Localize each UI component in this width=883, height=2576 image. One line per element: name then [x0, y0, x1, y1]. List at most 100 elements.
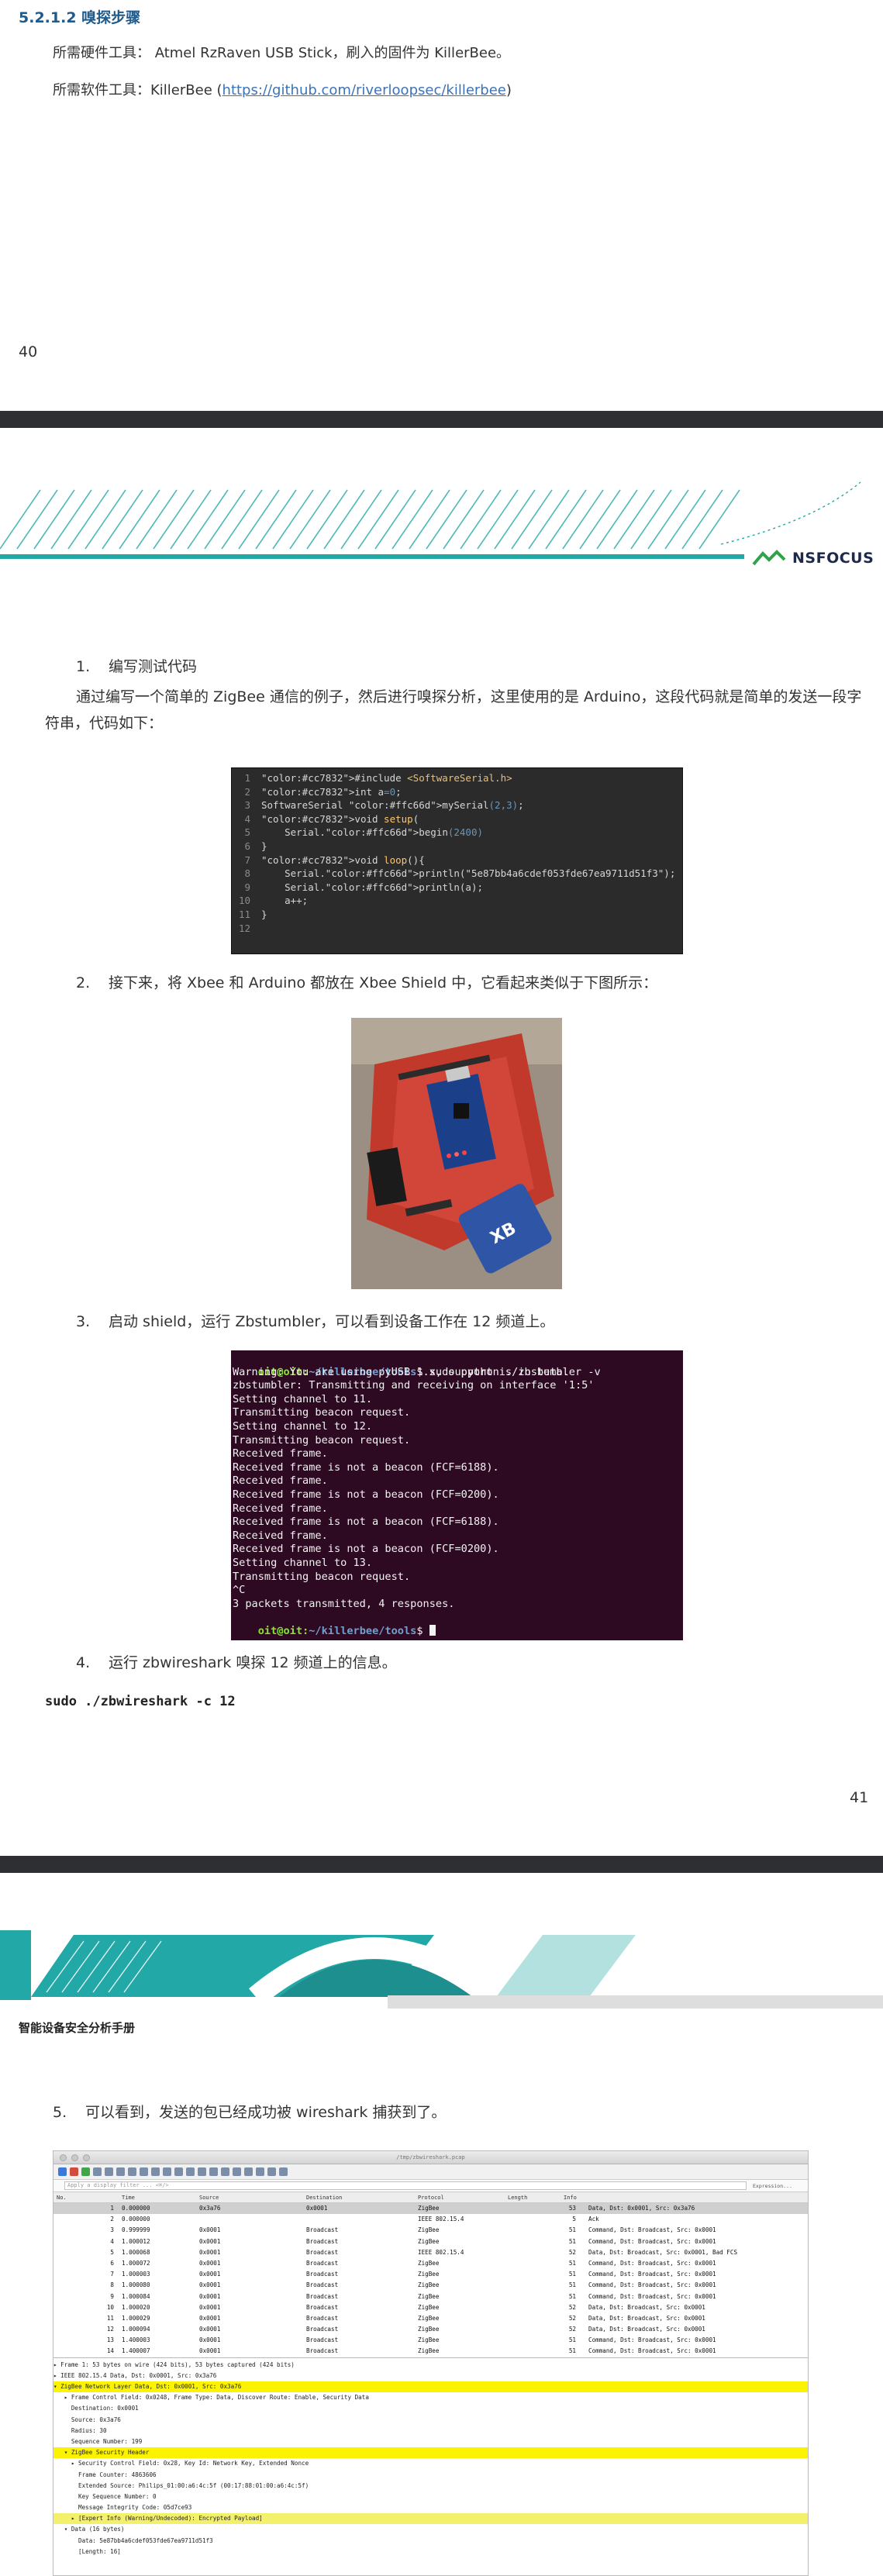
packet-list: 1 0.000000 0x3a76 0x0001 ZigBee 53 Data, Dst: …	[53, 2203, 808, 2357]
packet-cell: 51	[568, 2237, 576, 2245]
code-text: Serial."color:#ffc66d">println(a);	[261, 881, 483, 893]
zoom-out-icon[interactable]	[256, 2167, 264, 2176]
page-number-41: 41	[850, 1789, 869, 1806]
packet-cell: Data, Dst: Broadcast, Src: 0x0001	[588, 2303, 705, 2311]
packet-cell: ZigBee	[418, 2326, 440, 2333]
packet-cell: Command, Dst: Broadcast, Src: 0x0001	[588, 2281, 716, 2289]
packet-cell: Broadcast	[306, 2281, 339, 2289]
packet-cell: 52	[568, 2248, 576, 2256]
packet-row[interactable]: 9 1.000084 0x0001 Broadcast ZigBee 51 Command,…	[53, 2292, 808, 2302]
line-number: 3	[244, 799, 250, 812]
packet-cell: 1.000020	[122, 2303, 150, 2311]
detail-line[interactable]: ▸ Frame 1: 53 bytes on wire (424 bits), …	[53, 2360, 808, 2371]
detail-line[interactable]: Data: 5e87bb4a6cdef053fde67ea9711d51f3	[53, 2536, 808, 2547]
normal-size-icon[interactable]	[267, 2167, 276, 2176]
stop-capture-icon[interactable]	[70, 2167, 78, 2176]
packet-row[interactable]: 14 1.400007 0x0001 Broadcast ZigBee 51 Command…	[53, 2346, 808, 2357]
packet-cell: 51	[568, 2347, 576, 2355]
autoscroll-icon[interactable]	[221, 2167, 229, 2176]
detail-line[interactable]: Radius: 30	[53, 2426, 808, 2436]
detail-line[interactable]: [Length: 16]	[53, 2547, 808, 2557]
detail-line[interactable]: Message Integrity Code: 05d7ce93	[53, 2502, 808, 2513]
display-filter-bar: Apply a display filter ... <⌘/> Expressi…	[53, 2180, 808, 2192]
detail-line[interactable]: Frame Counter: 4863606	[53, 2470, 808, 2481]
packet-row[interactable]: 3 0.999999 0x0001 Broadcast ZigBee 51 Command,…	[53, 2225, 808, 2236]
display-filter-input[interactable]: Apply a display filter ... <⌘/>	[64, 2181, 747, 2190]
packet-cell: 1	[110, 2205, 114, 2212]
step-2: 2. 接下来，将 Xbee 和 Arduino 都放在 Xbee Shield 中…	[76, 971, 657, 992]
code-line: 9 Serial."color:#ffc66d">println(a);	[232, 881, 682, 895]
terminal-output-line: Transmitting beacon request.	[233, 1406, 411, 1419]
detail-line[interactable]: ▸ [Expert Info (Warning/Undecoded): Encr…	[53, 2513, 808, 2525]
close-file-icon[interactable]	[128, 2167, 136, 2176]
detail-line[interactable]: Destination: 0x0001	[53, 2403, 808, 2414]
detail-line[interactable]: ▸ IEEE 802.15.4 Data, Dst: 0x0001, Src: …	[53, 2371, 808, 2381]
column-protocol[interactable]: Protocol	[418, 2195, 444, 2201]
column-source[interactable]: Source	[199, 2195, 219, 2201]
packet-row[interactable]: 12 1.000094 0x0001 Broadcast ZigBee 52 Data, D…	[53, 2324, 808, 2335]
detail-line[interactable]: ▸ Security Control Field: 0x28, Key Id: …	[53, 2458, 808, 2469]
detail-line[interactable]: ▾ ZigBee Security Header	[53, 2447, 808, 2459]
last-packet-icon[interactable]	[209, 2167, 218, 2176]
detail-line[interactable]: Key Sequence Number: 0	[53, 2492, 808, 2502]
column-destination[interactable]: Destination	[306, 2195, 342, 2201]
colorize-icon[interactable]	[233, 2167, 241, 2176]
column-time[interactable]: Time	[122, 2195, 135, 2201]
packet-row[interactable]: 4 1.000012 0x0001 Broadcast ZigBee 51 Command,…	[53, 2236, 808, 2247]
software-tools-suffix: )	[505, 82, 512, 98]
software-tools-prefix: 所需软件工具：KillerBee (	[53, 82, 222, 98]
capture-options-icon[interactable]	[93, 2167, 102, 2176]
detail-line[interactable]: ▾ ZigBee Network Layer Data, Dst: 0x0001…	[53, 2381, 808, 2393]
packet-cell: 51	[568, 2259, 576, 2267]
code-text: }	[261, 908, 267, 920]
header-gray-band	[388, 1995, 883, 2009]
go-back-icon[interactable]	[163, 2167, 171, 2176]
wireshark-toolbar	[53, 2164, 808, 2180]
resize-columns-icon[interactable]	[279, 2167, 288, 2176]
packet-cell: Data, Dst: Broadcast, Src: 0x0001, Bad F…	[588, 2248, 738, 2256]
go-forward-icon[interactable]	[174, 2167, 183, 2176]
code-line: 4 "color:#cc7832">void setup(	[232, 812, 682, 826]
reload-icon[interactable]	[140, 2167, 148, 2176]
section-heading: 5.2.1.2 嗅探步骤	[19, 9, 141, 26]
code-text: "color:#cc7832">void setup(	[261, 812, 419, 825]
detail-line[interactable]: ▸ Frame Control Field: 0x0248, Frame Typ…	[53, 2392, 808, 2403]
restart-capture-icon[interactable]	[81, 2167, 90, 2176]
packet-row[interactable]: 13 1.400003 0x0001 Broadcast ZigBee 51 Command…	[53, 2335, 808, 2346]
column-no[interactable]: No.	[57, 2195, 67, 2201]
page-separator	[0, 1856, 883, 1873]
start-capture-icon[interactable]	[58, 2167, 67, 2176]
step-1: 1. 编写测试代码	[76, 655, 197, 676]
packet-cell: Broadcast	[306, 2259, 339, 2267]
packet-cell: 12	[106, 2326, 114, 2333]
detail-line[interactable]: ▾ Data (16 bytes)	[53, 2524, 808, 2535]
packet-row[interactable]: 5 1.000068 0x0001 Broadcast IEEE 802.15.4 52 D…	[53, 2247, 808, 2258]
packet-row[interactable]: 2 0.000000 IEEE 802.15.4 5 Ack	[53, 2214, 808, 2225]
packet-row[interactable]: 6 1.000072 0x0001 Broadcast ZigBee 51 Command,…	[53, 2258, 808, 2269]
packet-cell: 2	[110, 2216, 114, 2223]
packet-cell: 0x3a76	[199, 2205, 221, 2212]
first-packet-icon[interactable]	[198, 2167, 206, 2176]
step-5: 5. 可以看到，发送的包已经成功被 wireshark 捕获到了。	[53, 2101, 446, 2122]
find-packet-icon[interactable]	[151, 2167, 160, 2176]
packet-row[interactable]: 11 1.000029 0x0001 Broadcast ZigBee 52 Data, D…	[53, 2313, 808, 2324]
packet-row[interactable]: 8 1.000080 0x0001 Broadcast ZigBee 51 Command,…	[53, 2280, 808, 2291]
packet-row[interactable]: 1 0.000000 0x3a76 0x0001 ZigBee 53 Data, Dst: …	[53, 2203, 808, 2215]
packet-cell: IEEE 802.15.4	[418, 2216, 464, 2223]
killerbee-link[interactable]: https://github.com/riverloopsec/killerbe…	[222, 82, 506, 98]
zoom-in-icon[interactable]	[244, 2167, 253, 2176]
detail-line[interactable]: Source: 0x3a76	[53, 2415, 808, 2426]
column-info[interactable]: Info	[564, 2195, 577, 2201]
packet-cell: ZigBee	[418, 2292, 440, 2300]
detail-line[interactable]: Extended Source: Philips_01:00:a6:4c:5f …	[53, 2481, 808, 2492]
terminal-output-line: Setting channel to 12.	[233, 1419, 373, 1433]
column-length[interactable]: Length	[508, 2195, 527, 2201]
go-to-packet-icon[interactable]	[186, 2167, 195, 2176]
packet-row[interactable]: 10 1.000020 0x0001 Broadcast ZigBee 52 Data, D…	[53, 2302, 808, 2313]
expression-button[interactable]: Expression...	[753, 2183, 792, 2189]
intro-paragraph: 通过编写一个简单的 ZigBee 通信的例子，然后进行嗅探分析，这里使用的是 A…	[45, 688, 862, 732]
save-file-icon[interactable]	[116, 2167, 125, 2176]
packet-row[interactable]: 7 1.000003 0x0001 Broadcast ZigBee 51 Command,…	[53, 2269, 808, 2280]
detail-line[interactable]: Sequence Number: 199	[53, 2436, 808, 2447]
open-file-icon[interactable]	[105, 2167, 113, 2176]
